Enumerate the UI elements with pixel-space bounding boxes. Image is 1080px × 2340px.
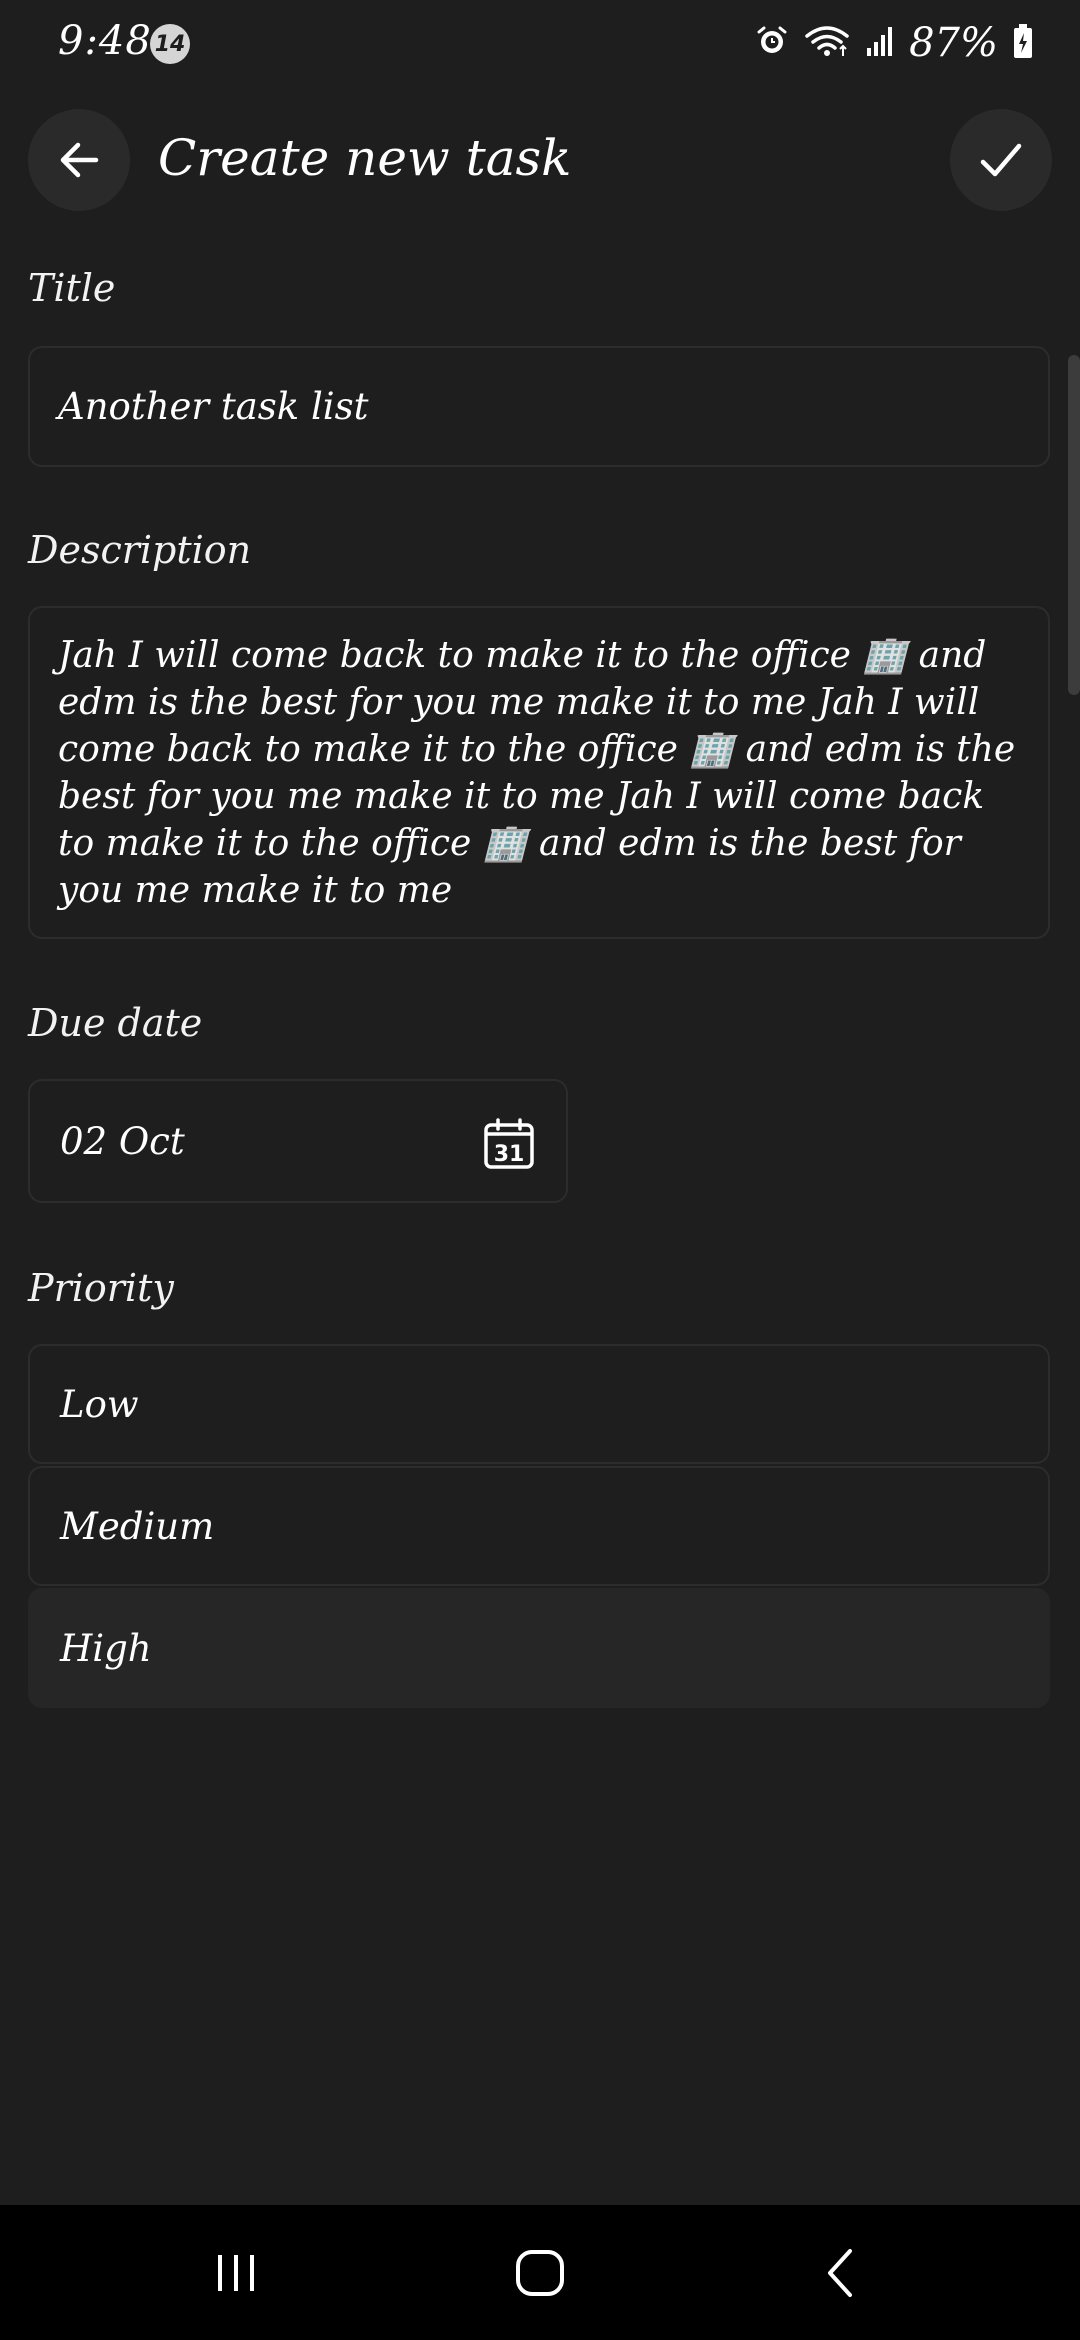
calendar-icon[interactable]: 31 bbox=[482, 1117, 536, 1175]
priority-option-low[interactable]: Low bbox=[28, 1344, 1050, 1464]
due-date-field[interactable]: 02 Oct 31 bbox=[28, 1079, 568, 1203]
status-bar: 9:48 14 87% bbox=[0, 0, 1080, 88]
check-icon bbox=[980, 143, 1022, 177]
priority-option-high[interactable]: High bbox=[28, 1588, 1050, 1708]
back-button[interactable] bbox=[28, 109, 130, 211]
page-title: Create new task bbox=[158, 129, 572, 187]
scrollbar[interactable] bbox=[1068, 355, 1080, 695]
signal-icon bbox=[865, 24, 895, 62]
calendar-day-number: 31 bbox=[494, 1142, 525, 1167]
priority-option-label: High bbox=[60, 1626, 152, 1670]
priority-option-label: Medium bbox=[60, 1504, 215, 1548]
recent-apps-button[interactable] bbox=[136, 2205, 336, 2340]
recent-apps-icon bbox=[218, 2254, 254, 2291]
description-label: Description bbox=[28, 528, 252, 572]
description-textarea[interactable]: Jah I will come back to make it to the o… bbox=[28, 606, 1050, 939]
top-app-bar: Create new task bbox=[0, 105, 1080, 215]
due-date-label: Due date bbox=[28, 1001, 203, 1045]
title-input-value: Another task list bbox=[58, 385, 369, 428]
status-time: 9:48 bbox=[58, 18, 152, 64]
priority-label: Priority bbox=[28, 1266, 174, 1310]
notification-count-badge: 14 bbox=[150, 24, 190, 64]
status-icons: 87% bbox=[755, 18, 1034, 68]
home-icon bbox=[516, 2249, 564, 2296]
title-label: Title bbox=[28, 266, 116, 310]
priority-option-label: Low bbox=[60, 1382, 139, 1426]
due-date-value: 02 Oct bbox=[60, 1119, 185, 1163]
description-value: Jah I will come back to make it to the o… bbox=[58, 635, 1016, 911]
alarm-icon bbox=[755, 24, 789, 62]
title-input[interactable]: Another task list bbox=[28, 346, 1050, 467]
wifi-icon bbox=[803, 24, 851, 62]
home-button[interactable] bbox=[440, 2205, 640, 2340]
save-task-button[interactable] bbox=[950, 109, 1052, 211]
chevron-left-icon bbox=[828, 2248, 852, 2297]
battery-icon bbox=[1012, 23, 1034, 63]
arrow-left-icon bbox=[60, 142, 99, 178]
battery-percent: 87% bbox=[909, 20, 998, 66]
priority-option-medium[interactable]: Medium bbox=[28, 1466, 1050, 1586]
system-back-button[interactable] bbox=[740, 2205, 940, 2340]
system-nav-bar bbox=[0, 2205, 1080, 2340]
